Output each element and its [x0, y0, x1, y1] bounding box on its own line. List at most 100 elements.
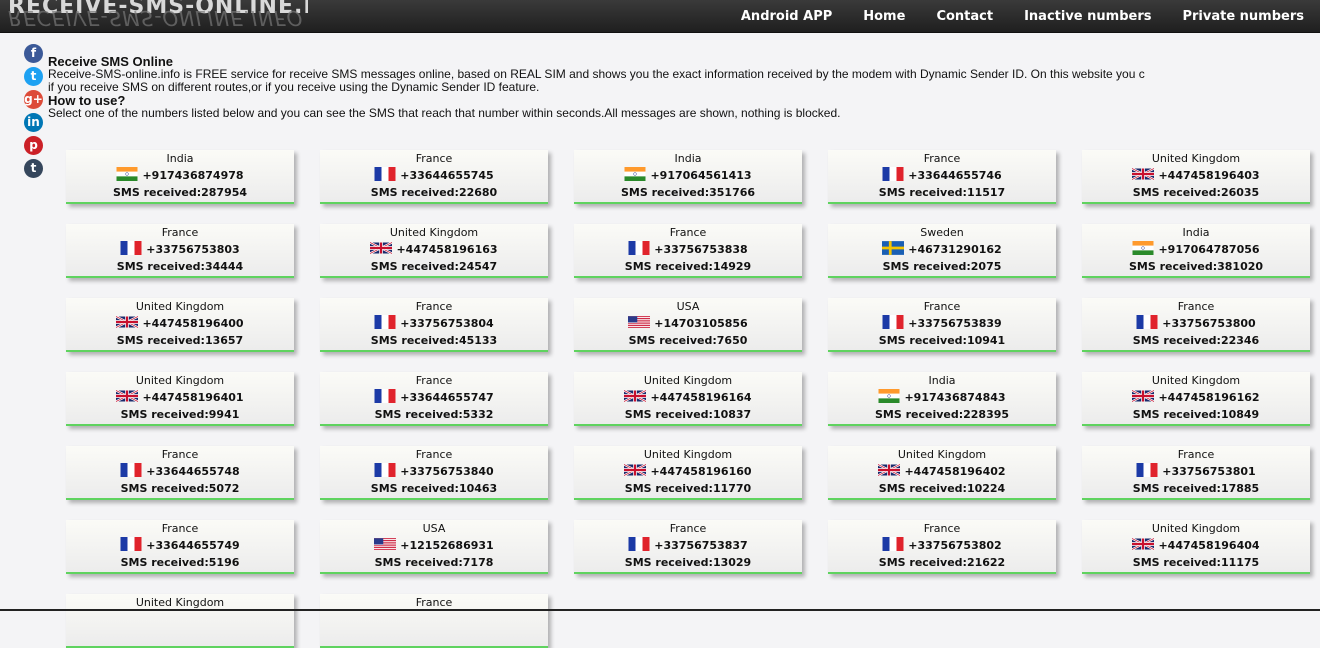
card-sms-count: SMS received:10941	[878, 334, 1006, 347]
flag-fr-icon	[120, 241, 142, 255]
number-card[interactable]: France +33756753804 SMS received:45133	[320, 298, 548, 352]
number-card[interactable]: France +33756753803 SMS received:34444	[66, 224, 294, 278]
number-card[interactable]: France +33644655749 SMS received:5196	[66, 520, 294, 574]
card-country: France	[669, 522, 707, 535]
phone-number-text: +33756753837	[654, 539, 748, 552]
intro-section: Receive SMS Online Receive-SMS-online.in…	[48, 55, 1320, 120]
number-card[interactable]: United Kingdom +447458196402 SMS received:…	[828, 446, 1056, 500]
number-card[interactable]: France +33756753840 SMS received:10463	[320, 446, 548, 500]
card-phone-number: +447458196163	[320, 241, 548, 258]
number-card[interactable]: India +917064787056 SMS received:381020	[1082, 224, 1310, 278]
phone-number-text: +33644655749	[146, 539, 240, 552]
number-card[interactable]: India +917064561413 SMS received:351766	[574, 150, 802, 204]
twitter-icon[interactable]: t	[24, 67, 43, 86]
pinterest-icon[interactable]: p	[24, 136, 43, 155]
card-phone-number: +12152686931	[320, 537, 548, 554]
nav-android-app[interactable]: Android APP	[741, 9, 832, 24]
number-card[interactable]: United Kingdom +447458196164 SMS received:…	[574, 372, 802, 426]
number-card[interactable]: United Kingdom +447458196162 SMS received:…	[1082, 372, 1310, 426]
tumblr-icon[interactable]: t	[24, 159, 43, 178]
card-phone-number: +33756753800	[1082, 315, 1310, 332]
card-phone-number: +447458196164	[574, 389, 802, 406]
number-card[interactable]: India +917436874843 SMS received:228395	[828, 372, 1056, 426]
flag-fr-icon	[882, 537, 904, 551]
number-card[interactable]: United Kingdom +447458196401 SMS received:…	[66, 372, 294, 426]
card-phone-number: +917436874978	[66, 167, 294, 184]
card-phone-number: +33644655748	[66, 463, 294, 480]
flag-uk-icon	[116, 315, 139, 329]
number-card[interactable]: France	[320, 594, 548, 648]
flag-uk-icon	[624, 463, 647, 477]
phone-number-text: +46731290162	[908, 243, 1002, 256]
flag-fr-icon	[1136, 315, 1158, 329]
linkedin-icon[interactable]: in	[24, 113, 43, 132]
flag-fr-icon	[374, 315, 396, 329]
number-card[interactable]: France +33756753839 SMS received:10941	[828, 298, 1056, 352]
card-country: France	[161, 522, 199, 535]
number-card[interactable]: France +33756753800 SMS received:22346	[1082, 298, 1310, 352]
card-sms-count: SMS received:13657	[116, 334, 244, 347]
number-card[interactable]: France +33644655745 SMS received:22680	[320, 150, 548, 204]
card-sms-count: SMS received:5332	[374, 408, 494, 421]
phone-number-text: +917436874843	[904, 391, 1006, 404]
facebook-icon[interactable]: f	[24, 44, 43, 63]
number-card[interactable]: France +33756753838 SMS received:14929	[574, 224, 802, 278]
phone-number-text: +33756753801	[1162, 465, 1256, 478]
number-card[interactable]: France +33644655747 SMS received:5332	[320, 372, 548, 426]
flag-fr-icon	[882, 167, 904, 181]
card-phone-number: +33756753838	[574, 241, 802, 258]
number-card[interactable]: USA +14703105856 SMS received:7650	[574, 298, 802, 352]
number-card[interactable]: France +33756753837 SMS received:13029	[574, 520, 802, 574]
card-phone-number: +33756753803	[66, 241, 294, 258]
card-sms-count: SMS received:5072	[120, 482, 240, 495]
intro-title: Receive SMS Online	[48, 54, 173, 69]
number-card[interactable]: France +33756753801 SMS received:17885	[1082, 446, 1310, 500]
number-card[interactable]: France +33756753802 SMS received:21622	[828, 520, 1056, 574]
card-country: United Kingdom	[135, 300, 225, 313]
nav-home[interactable]: Home	[863, 9, 905, 24]
card-sms-count: SMS received:228395	[874, 408, 1010, 421]
site-logo[interactable]: RECEIVE-SMS-ONLINE.INFO RECEIVE-SMS-ONLI…	[8, 0, 308, 32]
card-phone-number: +33756753801	[1082, 463, 1310, 480]
card-phone-number: +33756753802	[828, 537, 1056, 554]
card-sms-count: SMS received:10849	[1132, 408, 1260, 421]
phone-number-text: +447458196400	[142, 317, 244, 330]
card-country: India	[928, 374, 956, 387]
number-card[interactable]: France +33644655746 SMS received:11517	[828, 150, 1056, 204]
flag-in-icon	[116, 167, 138, 181]
number-card[interactable]: India +917436874978 SMS received:287954	[66, 150, 294, 204]
number-card[interactable]: United Kingdom +447458196163 SMS received:…	[320, 224, 548, 278]
number-card[interactable]: Sweden +46731290162 SMS received:2075	[828, 224, 1056, 278]
phone-number-text: +33756753840	[400, 465, 494, 478]
card-phone-number: +33644655746	[828, 167, 1056, 184]
flag-se-icon	[882, 241, 905, 255]
card-country: France	[161, 448, 199, 461]
card-phone-number: +447458196401	[66, 389, 294, 406]
nav-private-numbers[interactable]: Private numbers	[1182, 9, 1304, 24]
number-card[interactable]: France +33644655748 SMS received:5072	[66, 446, 294, 500]
card-phone-number: +33756753837	[574, 537, 802, 554]
number-card[interactable]: United Kingdom +447458196160 SMS received:…	[574, 446, 802, 500]
number-card[interactable]: United Kingdom +447458196403 SMS received:…	[1082, 150, 1310, 204]
card-sms-count: SMS received:22346	[1132, 334, 1260, 347]
card-phone-number: +447458196162	[1082, 389, 1310, 406]
nav-contact[interactable]: Contact	[936, 9, 993, 24]
number-card[interactable]: United Kingdom +447458196400 SMS received:…	[66, 298, 294, 352]
google-plus-icon[interactable]: g+	[24, 90, 43, 109]
flag-uk-icon	[370, 241, 393, 255]
number-card[interactable]: United Kingdom +447458196404 SMS received:…	[1082, 520, 1310, 574]
number-card[interactable]: USA +12152686931 SMS received:7178	[320, 520, 548, 574]
card-country: France	[923, 522, 961, 535]
number-card[interactable]: United Kingdom	[66, 594, 294, 648]
flag-fr-icon	[374, 167, 396, 181]
phone-number-text: +447458196160	[650, 465, 752, 478]
card-phone-number: +447458196402	[828, 463, 1056, 480]
phone-number-text: +33756753839	[908, 317, 1002, 330]
card-phone-number: +33644655747	[320, 389, 548, 406]
phone-number-text: +917436874978	[142, 169, 244, 182]
nav-inactive-numbers[interactable]: Inactive numbers	[1024, 9, 1151, 24]
card-phone-number: +447458196160	[574, 463, 802, 480]
card-country: United Kingdom	[135, 374, 225, 387]
card-sms-count: SMS received:26035	[1132, 186, 1260, 199]
flag-fr-icon	[628, 537, 650, 551]
